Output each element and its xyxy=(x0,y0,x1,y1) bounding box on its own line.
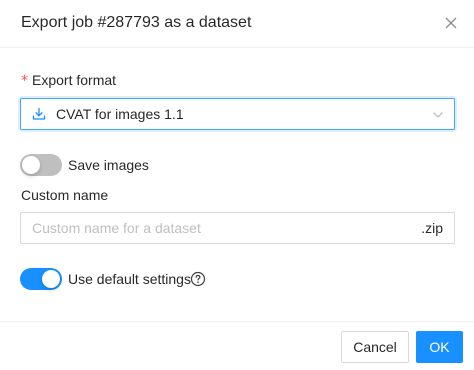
cancel-button[interactable]: Cancel xyxy=(341,331,409,363)
export-format-label: * Export format xyxy=(21,70,116,91)
download-icon xyxy=(32,107,46,121)
switch-knob xyxy=(42,270,60,288)
dialog-title: Export job #287793 as a dataset xyxy=(21,14,252,31)
required-mark: * xyxy=(21,73,28,89)
dialog-header: Export job #287793 as a dataset xyxy=(0,0,474,48)
use-default-settings-switch[interactable] xyxy=(20,268,62,290)
close-button[interactable] xyxy=(442,14,460,32)
custom-name-input[interactable] xyxy=(21,213,422,243)
export-format-select[interactable]: CVAT for images 1.1 xyxy=(20,98,455,130)
file-extension-suffix: .zip xyxy=(421,220,443,236)
custom-name-label: Custom name xyxy=(21,187,109,203)
custom-name-field: .zip xyxy=(20,212,455,244)
switch-knob xyxy=(22,156,40,174)
question-circle-icon[interactable] xyxy=(190,271,206,287)
export-format-label-text: Export format xyxy=(32,72,117,88)
export-dataset-dialog: Export job #287793 as a dataset * Export … xyxy=(0,0,474,370)
chevron-down-icon xyxy=(432,109,444,121)
save-images-switch[interactable] xyxy=(20,154,62,176)
use-default-settings-label: Use default settings xyxy=(68,271,191,287)
ok-button[interactable]: OK xyxy=(416,331,463,363)
save-images-label: Save images xyxy=(68,157,149,173)
close-icon xyxy=(445,17,457,29)
export-format-value: CVAT for images 1.1 xyxy=(56,106,184,122)
